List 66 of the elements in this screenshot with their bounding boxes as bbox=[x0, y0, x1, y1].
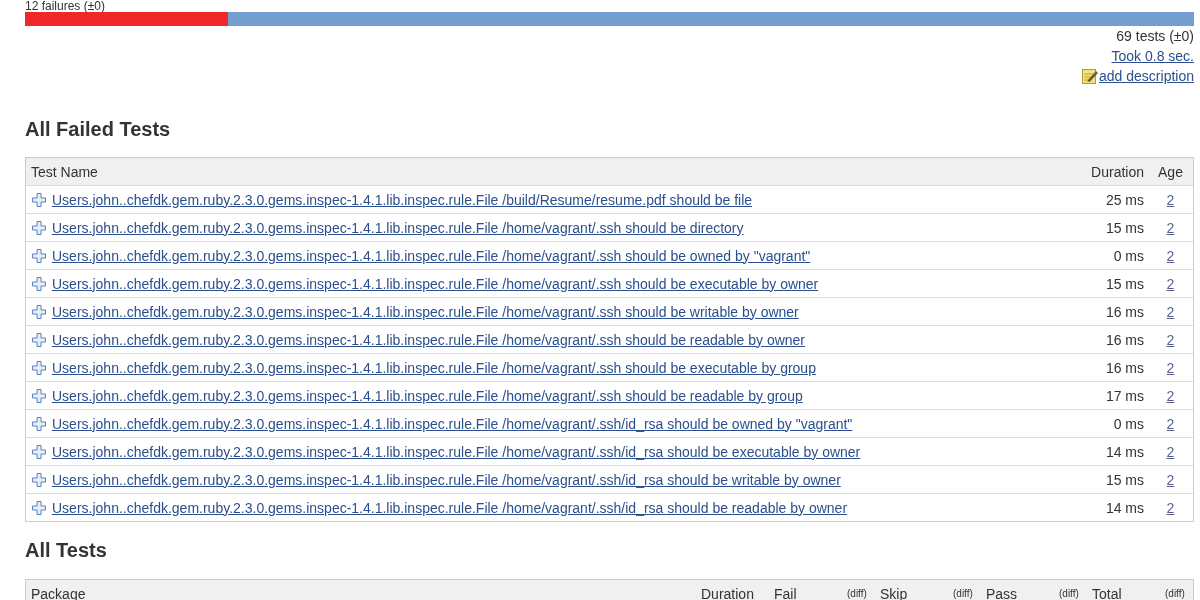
notepad-pencil-icon bbox=[1082, 68, 1099, 84]
duration-cell-text: 15 ms bbox=[1105, 219, 1145, 236]
test-name-link[interactable]: Users.john..chefdk.gem.ruby.2.3.0.gems.inspec-1.4.1.lib.inspec.rule.File /home/vagrant/.ssh should be executable by owner bbox=[52, 275, 819, 292]
duration-link[interactable]: Took 0.8 sec. bbox=[1111, 46, 1194, 66]
diff-column-header: (diff) bbox=[1164, 588, 1186, 599]
age-link[interactable]: 2 bbox=[1166, 415, 1175, 432]
age-link[interactable]: 2 bbox=[1166, 471, 1175, 488]
age-link[interactable]: 2 bbox=[1166, 499, 1175, 516]
test-name-link[interactable]: Users.john..chefdk.gem.ruby.2.3.0.gems.inspec-1.4.1.lib.inspec.rule.File /build/Resume/resume.pdf should be file bbox=[52, 191, 753, 208]
duration-cell-text: 16 ms bbox=[1105, 303, 1145, 320]
test-name-link[interactable]: Users.john..chefdk.gem.ruby.2.3.0.gems.inspec-1.4.1.lib.inspec.rule.File /home/vagrant/.ssh should be executable by group bbox=[52, 359, 816, 376]
duration-cell-text: 25 ms bbox=[1105, 191, 1145, 208]
diff-column-header: (diff) bbox=[952, 588, 974, 599]
age-link[interactable]: 2 bbox=[1166, 275, 1175, 292]
plus-icon[interactable] bbox=[32, 500, 46, 515]
section-heading: All Tests bbox=[25, 538, 108, 562]
age-link[interactable]: 2 bbox=[1166, 247, 1175, 264]
test-name-link[interactable]: Users.john..chefdk.gem.ruby.2.3.0.gems.inspec-1.4.1.lib.inspec.rule.File /home/vagrant/.ssh should be readable by owner bbox=[52, 331, 806, 348]
test-name-link[interactable]: Users.john..chefdk.gem.ruby.2.3.0.gems.inspec-1.4.1.lib.inspec.rule.File /home/vagrant/.ssh should be writable by owner bbox=[52, 303, 799, 320]
column-header: Pass bbox=[985, 585, 1019, 600]
age-link[interactable]: 2 bbox=[1166, 331, 1175, 348]
test-name-link[interactable]: Users.john..chefdk.gem.ruby.2.3.0.gems.inspec-1.4.1.lib.inspec.rule.File /home/vagrant/.ssh/id_rsa should be readable by owner bbox=[52, 499, 848, 516]
plus-icon[interactable] bbox=[32, 360, 46, 375]
plus-icon[interactable] bbox=[32, 416, 46, 431]
duration-cell-text: 14 ms bbox=[1105, 443, 1145, 460]
column-header: Test Name bbox=[30, 163, 99, 180]
plus-icon[interactable] bbox=[32, 332, 46, 347]
column-header: Fail bbox=[773, 585, 798, 600]
duration-cell-text: 14 ms bbox=[1105, 499, 1145, 516]
age-link[interactable]: 2 bbox=[1166, 359, 1175, 376]
duration-cell-text: 17 ms bbox=[1105, 387, 1145, 404]
age-link[interactable]: 2 bbox=[1166, 303, 1175, 320]
age-link[interactable]: 2 bbox=[1166, 219, 1175, 236]
plus-icon[interactable] bbox=[32, 304, 46, 319]
plus-icon[interactable] bbox=[32, 472, 46, 487]
test-name-link[interactable]: Users.john..chefdk.gem.ruby.2.3.0.gems.inspec-1.4.1.lib.inspec.rule.File /home/vagrant/.ssh/id_rsa should be writable by owner bbox=[52, 471, 841, 488]
column-header: Duration bbox=[1090, 163, 1145, 180]
plus-icon[interactable] bbox=[32, 276, 46, 291]
test-name-link[interactable]: Users.john..chefdk.gem.ruby.2.3.0.gems.inspec-1.4.1.lib.inspec.rule.File /home/vagrant/.ssh should be directory bbox=[52, 219, 744, 236]
column-header: Total bbox=[1091, 585, 1123, 600]
test-name-link[interactable]: Users.john..chefdk.gem.ruby.2.3.0.gems.inspec-1.4.1.lib.inspec.rule.File /home/vagrant/.ssh should be readable by group bbox=[52, 387, 803, 404]
duration-cell-text: 15 ms bbox=[1105, 275, 1145, 292]
duration-cell-text: 16 ms bbox=[1105, 359, 1145, 376]
age-link[interactable]: 2 bbox=[1166, 443, 1175, 460]
test-count: 69 tests (±0) bbox=[1116, 27, 1194, 46]
duration-cell-text: 0 ms bbox=[1113, 415, 1145, 432]
plus-icon[interactable] bbox=[32, 248, 46, 263]
test-name-link[interactable]: Users.john..chefdk.gem.ruby.2.3.0.gems.inspec-1.4.1.lib.inspec.rule.File /home/vagrant/.ssh should be owned by "vagrant" bbox=[52, 247, 811, 264]
column-header: Duration bbox=[700, 585, 755, 600]
duration-cell-text: 0 ms bbox=[1113, 247, 1145, 264]
age-link[interactable]: 2 bbox=[1166, 387, 1175, 404]
plus-icon[interactable] bbox=[32, 444, 46, 459]
plus-icon[interactable] bbox=[32, 220, 46, 235]
age-link[interactable]: 2 bbox=[1166, 191, 1175, 208]
failures-count: 12 failures (±0) bbox=[25, 0, 106, 12]
diff-column-header: (diff) bbox=[1058, 588, 1080, 599]
column-header: Age bbox=[1157, 163, 1184, 180]
diff-column-header: (diff) bbox=[846, 588, 868, 599]
duration-cell-text: 15 ms bbox=[1105, 471, 1145, 488]
section-heading: All Failed Tests bbox=[25, 117, 172, 141]
plus-icon[interactable] bbox=[32, 192, 46, 207]
test-name-link[interactable]: Users.john..chefdk.gem.ruby.2.3.0.gems.inspec-1.4.1.lib.inspec.rule.File /home/vagrant/.ssh/id_rsa should be owned by "vagrant" bbox=[52, 415, 853, 432]
add-description-link[interactable]: add description bbox=[1099, 66, 1194, 86]
duration-cell-text: 16 ms bbox=[1105, 331, 1145, 348]
test-name-link[interactable]: Users.john..chefdk.gem.ruby.2.3.0.gems.inspec-1.4.1.lib.inspec.rule.File /home/vagrant/.ssh/id_rsa should be executable by owner bbox=[52, 443, 861, 460]
plus-icon[interactable] bbox=[32, 388, 46, 403]
